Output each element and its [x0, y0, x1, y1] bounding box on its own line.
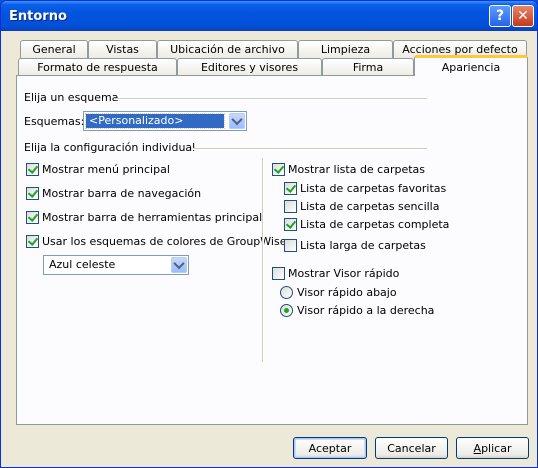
- apariencia-panel: Elija un esquema Esquemas: <Personalizad…: [16, 75, 528, 425]
- favorite-folders-label: Lista de carpetas favoritas: [300, 182, 447, 195]
- tab-label: Ubicación de archivo: [170, 43, 285, 56]
- title-bar[interactable]: Entorno ? ✕: [1, 1, 537, 31]
- use-color-schemes-label: Usar los esquemas de colores de GroupWis…: [42, 235, 287, 248]
- tab-formato-respuesta[interactable]: Formato de respuesta: [18, 58, 177, 76]
- show-quick-viewer-label: Mostrar Visor rápido: [288, 267, 400, 280]
- entorno-dialog: Entorno ? ✕ General Vistas Ubicación de …: [0, 0, 538, 468]
- cancel-button-label: Cancelar: [387, 441, 436, 455]
- scheme-select[interactable]: <Personalizado>: [83, 111, 247, 131]
- group-divider: [193, 148, 427, 150]
- simple-folders-checkbox[interactable]: [284, 200, 297, 213]
- ok-button-label: Aceptar: [308, 441, 352, 455]
- show-folder-list-label: Mostrar lista de carpetas: [288, 163, 426, 176]
- apply-button[interactable]: Aplicar: [456, 437, 529, 459]
- tab-label: Firma: [352, 61, 384, 74]
- column-divider: [262, 158, 264, 362]
- favorite-folders-checkbox[interactable]: [284, 182, 297, 195]
- show-nav-bar-checkbox[interactable]: [26, 187, 39, 200]
- tab-label: Vistas: [106, 43, 139, 56]
- tab-editores-visores[interactable]: Editores y visores: [177, 58, 322, 76]
- tab-label: Formato de respuesta: [37, 61, 158, 74]
- chevron-down-icon[interactable]: [171, 257, 187, 273]
- quick-viewer-bottom-radio[interactable]: [280, 286, 293, 299]
- quick-viewer-right-label: Visor rápido a la derecha: [297, 304, 435, 317]
- scheme-selected-value: <Personalizado>: [85, 113, 225, 129]
- close-icon: ✕: [517, 8, 529, 24]
- tab-apariencia[interactable]: Apariencia: [414, 55, 528, 76]
- show-toolbar-label: Mostrar barra de herramientas principal: [42, 211, 263, 224]
- color-scheme-select[interactable]: Azul celeste: [43, 255, 189, 275]
- show-quick-viewer-checkbox[interactable]: [272, 267, 285, 280]
- chevron-down-icon[interactable]: [229, 113, 245, 129]
- use-color-schemes-checkbox[interactable]: [26, 235, 39, 248]
- tab-ubicacion-archivo[interactable]: Ubicación de archivo: [157, 40, 298, 58]
- ok-button[interactable]: Aceptar: [293, 437, 367, 459]
- show-nav-bar-label: Mostrar barra de navegación: [42, 187, 202, 200]
- color-scheme-value: Azul celeste: [49, 258, 116, 271]
- question-icon: ?: [495, 8, 505, 24]
- cancel-button[interactable]: Cancelar: [375, 437, 448, 459]
- tab-firma[interactable]: Firma: [322, 58, 414, 76]
- tab-label: Apariencia: [441, 60, 501, 74]
- full-folders-checkbox[interactable]: [284, 218, 297, 231]
- tab-label: Limpieza: [320, 43, 371, 56]
- tab-vistas[interactable]: Vistas: [88, 40, 157, 58]
- tab-general[interactable]: General: [20, 40, 88, 58]
- long-folders-checkbox[interactable]: [284, 239, 297, 252]
- tab-label: General: [32, 43, 76, 56]
- apply-button-label: Aplicar: [473, 441, 512, 455]
- show-folder-list-checkbox[interactable]: [272, 163, 285, 176]
- help-button[interactable]: ?: [489, 5, 511, 27]
- quick-viewer-bottom-label: Visor rápido abajo: [297, 286, 397, 299]
- window-title: Entorno: [9, 9, 67, 24]
- group-divider: [115, 98, 427, 100]
- scheme-group-title: Elija un esquema: [24, 91, 119, 104]
- show-main-menu-label: Mostrar menú principal: [42, 163, 170, 176]
- show-toolbar-checkbox[interactable]: [26, 211, 39, 224]
- long-folders-label: Lista larga de carpetas: [300, 239, 426, 252]
- scheme-label: Esquemas:: [24, 115, 85, 128]
- full-folders-label: Lista de carpetas completa: [300, 218, 450, 231]
- tab-label: Editores y visores: [200, 61, 299, 74]
- close-button[interactable]: ✕: [512, 5, 534, 27]
- tab-limpieza[interactable]: Limpieza: [298, 40, 393, 58]
- show-main-menu-checkbox[interactable]: [26, 163, 39, 176]
- quick-viewer-right-radio[interactable]: [280, 304, 293, 317]
- individual-group-title: Elija la configuración individual: [24, 141, 196, 154]
- simple-folders-label: Lista de carpetas sencilla: [300, 200, 440, 213]
